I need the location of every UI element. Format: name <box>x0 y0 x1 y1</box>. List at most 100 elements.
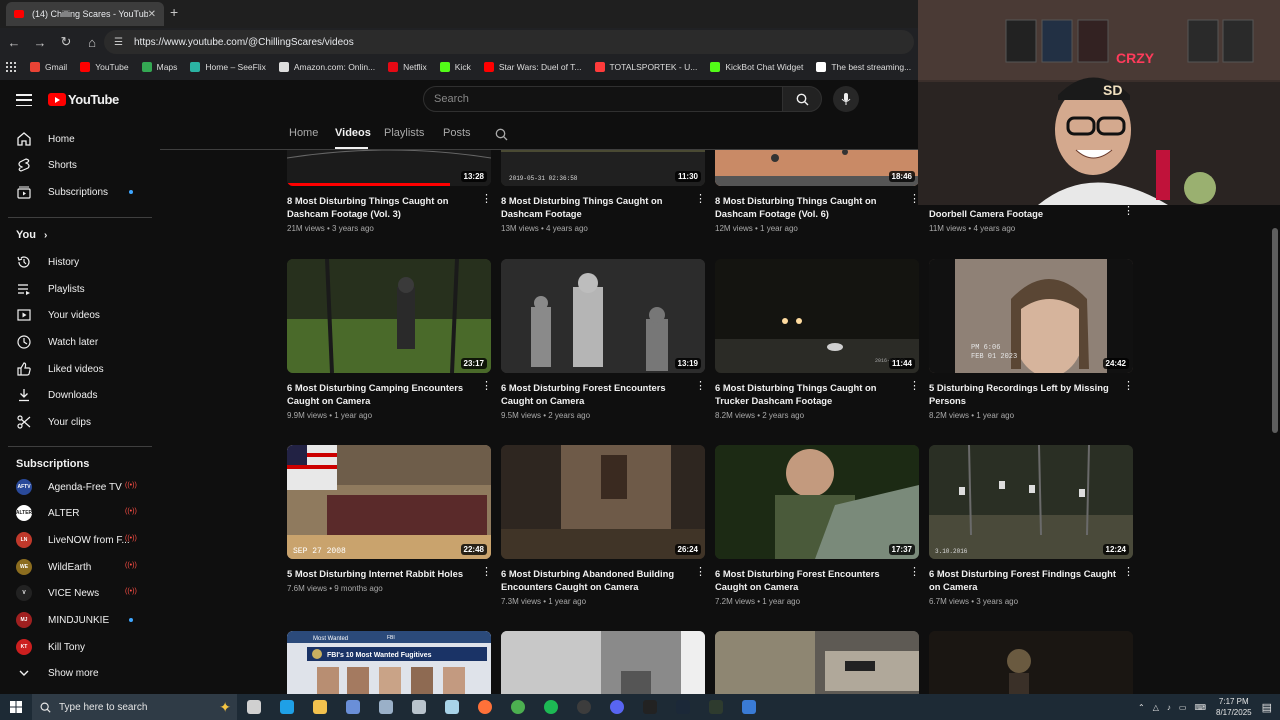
spotify-icon[interactable] <box>534 694 567 720</box>
video-card[interactable]: FBI Most Wanted FBI's 10 Most Wanted Fugit… <box>287 631 491 695</box>
taskbar-clock[interactable]: 7:17 PM 8/17/2025 <box>1216 696 1252 718</box>
sidebar-item-home[interactable]: Home <box>8 126 152 152</box>
more-options-icon[interactable]: ⋮ <box>1123 565 1134 578</box>
page-scrollbar[interactable] <box>1270 120 1280 695</box>
chrome-icon[interactable] <box>501 694 534 720</box>
video-card[interactable]: PM 6:06 FEB 01 2023 24:42 5 Disturbing Reco… <box>929 259 1134 420</box>
video-title[interactable]: 6 Most Disturbing Forest Encounters Caug… <box>501 381 689 407</box>
video-card[interactable] <box>501 631 705 695</box>
video-title[interactable]: 6 Most Disturbing Forest Encounters Caug… <box>715 567 903 593</box>
more-options-icon[interactable]: ⋮ <box>695 565 706 578</box>
video-card[interactable]: 17:37 6 Most Disturbing Forest Encounters… <box>715 445 920 606</box>
back-arrow-icon[interactable]: ← <box>2 35 26 50</box>
edge-icon[interactable] <box>270 694 303 720</box>
channel-search-icon[interactable] <box>495 128 508 141</box>
keyboard-icon[interactable]: ⌨ <box>1194 703 1206 712</box>
calculator-icon[interactable] <box>369 694 402 720</box>
video-title[interactable]: 6 Most Disturbing Things Caught on Truck… <box>715 381 903 407</box>
notifications-icon[interactable]: ▤ <box>1262 701 1272 714</box>
video-card[interactable]: 13:28 8 Most Disturbing Things Caught on … <box>287 150 492 233</box>
video-title[interactable]: 8 Most Disturbing Things Caught on Dashc… <box>501 194 689 220</box>
video-thumbnail[interactable]: 2016-02-0811:44 <box>715 259 919 373</box>
video-title[interactable]: 5 Most Disturbing Internet Rabbit Holes <box>287 567 475 580</box>
bookmark-item[interactable]: Kick <box>439 62 471 72</box>
video-thumbnail[interactable]: 3.10.2016 12:24 <box>929 445 1133 559</box>
more-options-icon[interactable]: ⋮ <box>481 565 492 578</box>
youtube-logo[interactable]: YouTube <box>48 92 119 107</box>
bookmark-item[interactable]: TOTALSPORTEK - U... <box>594 62 697 72</box>
address-bar[interactable]: ☰ https://www.youtube.com/@ChillingScare… <box>104 30 914 54</box>
video-thumbnail[interactable]: 18:46 <box>715 150 919 186</box>
bookmark-item[interactable]: Gmail <box>30 62 67 72</box>
video-card[interactable]: SEP 27 2008 22:48 5 Most Disturbing Intern… <box>287 445 492 593</box>
task-view-icon[interactable] <box>237 694 270 720</box>
scrollbar-thumb[interactable] <box>1272 228 1278 433</box>
search-input[interactable]: Search <box>423 86 783 112</box>
video-title[interactable]: 6 Most Disturbing Abandoned Building Enc… <box>501 567 689 593</box>
video-title[interactable]: 5 Disturbing Recordings Left by Missing … <box>929 381 1117 407</box>
bookmark-item[interactable]: Netflix <box>388 62 427 72</box>
app-notes-icon[interactable] <box>435 694 468 720</box>
bookmark-item[interactable]: Maps <box>141 62 177 72</box>
video-title[interactable]: 6 Most Disturbing Forest Findings Caught… <box>929 567 1117 593</box>
browser-tab[interactable]: (14) Chilling Scares - YouTube ✕ <box>6 2 164 26</box>
video-thumbnail[interactable]: PM 6:06 FEB 01 2023 24:42 <box>929 259 1133 373</box>
apps-grid-icon[interactable] <box>6 62 16 72</box>
voice-search-button[interactable] <box>833 86 859 112</box>
volume-icon[interactable]: ♪ <box>1167 703 1171 712</box>
hamburger-menu-icon[interactable] <box>16 94 32 106</box>
video-card[interactable]: 13:19 6 Most Disturbing Forest Encounters… <box>501 259 706 420</box>
network-icon[interactable]: △ <box>1153 703 1159 712</box>
video-thumbnail[interactable]: 26:24 <box>501 445 705 559</box>
reload-icon[interactable]: ↻ <box>54 34 78 50</box>
tray-chevron-icon[interactable]: ⌃ <box>1138 703 1145 712</box>
video-title[interactable]: Doorbell Camera Footage <box>929 207 1117 220</box>
forward-arrow-icon[interactable]: → <box>28 35 52 50</box>
video-title[interactable]: 8 Most Disturbing Things Caught on Dashc… <box>715 194 903 220</box>
display-icon[interactable]: ▭ <box>1179 703 1187 712</box>
tab-home[interactable]: Home <box>289 127 318 139</box>
video-card[interactable]: 23:17 6 Most Disturbing Camping Encounter… <box>287 259 492 420</box>
home-icon[interactable]: ⌂ <box>80 35 104 50</box>
tab-videos[interactable]: Videos <box>335 127 371 139</box>
more-options-icon[interactable]: ⋮ <box>1123 379 1134 392</box>
bookmark-item[interactable]: Star Wars: Duel of T... <box>483 62 582 72</box>
video-thumbnail[interactable]: SEP 27 2008 22:48 <box>287 445 491 559</box>
new-tab-button[interactable]: + <box>170 4 178 20</box>
video-thumbnail[interactable]: FBI Most Wanted FBI's 10 Most Wanted Fugit… <box>287 631 491 695</box>
site-info-icon[interactable]: ☰ <box>114 37 126 48</box>
terminal-icon[interactable] <box>633 694 666 720</box>
video-thumbnail[interactable]: 13:28 <box>287 150 491 186</box>
file-explorer-icon[interactable] <box>303 694 336 720</box>
obs-icon[interactable] <box>567 694 600 720</box>
more-options-icon[interactable]: ⋮ <box>909 565 920 578</box>
video-thumbnail[interactable]: 23:17 <box>287 259 491 373</box>
firefox-icon[interactable] <box>468 694 501 720</box>
start-button[interactable] <box>0 694 32 720</box>
taskbar-search-box[interactable]: Type here to search ✦ <box>32 694 237 720</box>
video-card[interactable] <box>715 631 919 695</box>
more-options-icon[interactable]: ⋮ <box>695 379 706 392</box>
search-button[interactable] <box>782 86 822 112</box>
video-thumbnail[interactable] <box>715 631 919 695</box>
close-tab-icon[interactable]: ✕ <box>148 9 156 20</box>
video-card[interactable]: 2016-02-0811:44 6 Most Disturbing Things … <box>715 259 920 420</box>
app-gray-icon[interactable] <box>402 694 435 720</box>
steam-icon[interactable] <box>666 694 699 720</box>
more-options-icon[interactable]: ⋮ <box>909 379 920 392</box>
tab-posts[interactable]: Posts <box>443 127 471 139</box>
more-options-icon[interactable]: ⋮ <box>1123 204 1134 217</box>
photos-icon[interactable] <box>732 694 765 720</box>
bookmark-item[interactable]: Amazon.com: Onlin... <box>278 62 375 72</box>
video-card[interactable]: 18:46 8 Most Disturbing Things Caught on … <box>715 150 920 233</box>
video-card[interactable]: 26:24 6 Most Disturbing Abandoned Buildin… <box>501 445 706 606</box>
video-thumbnail[interactable]: 13:19 <box>501 259 705 373</box>
video-thumbnail[interactable] <box>501 631 705 695</box>
bookmark-item[interactable]: YouTube <box>80 62 129 72</box>
app-blue-icon[interactable] <box>336 694 369 720</box>
video-card[interactable]: 3.10.2016 12:24 6 Most Disturbing Forest F… <box>929 445 1134 606</box>
video-title[interactable]: 6 Most Disturbing Camping Encounters Cau… <box>287 381 475 407</box>
video-thumbnail[interactable]: 17:37 <box>715 445 919 559</box>
more-options-icon[interactable]: ⋮ <box>481 379 492 392</box>
bookmark-item[interactable]: Home – SeeFlix <box>190 62 266 72</box>
